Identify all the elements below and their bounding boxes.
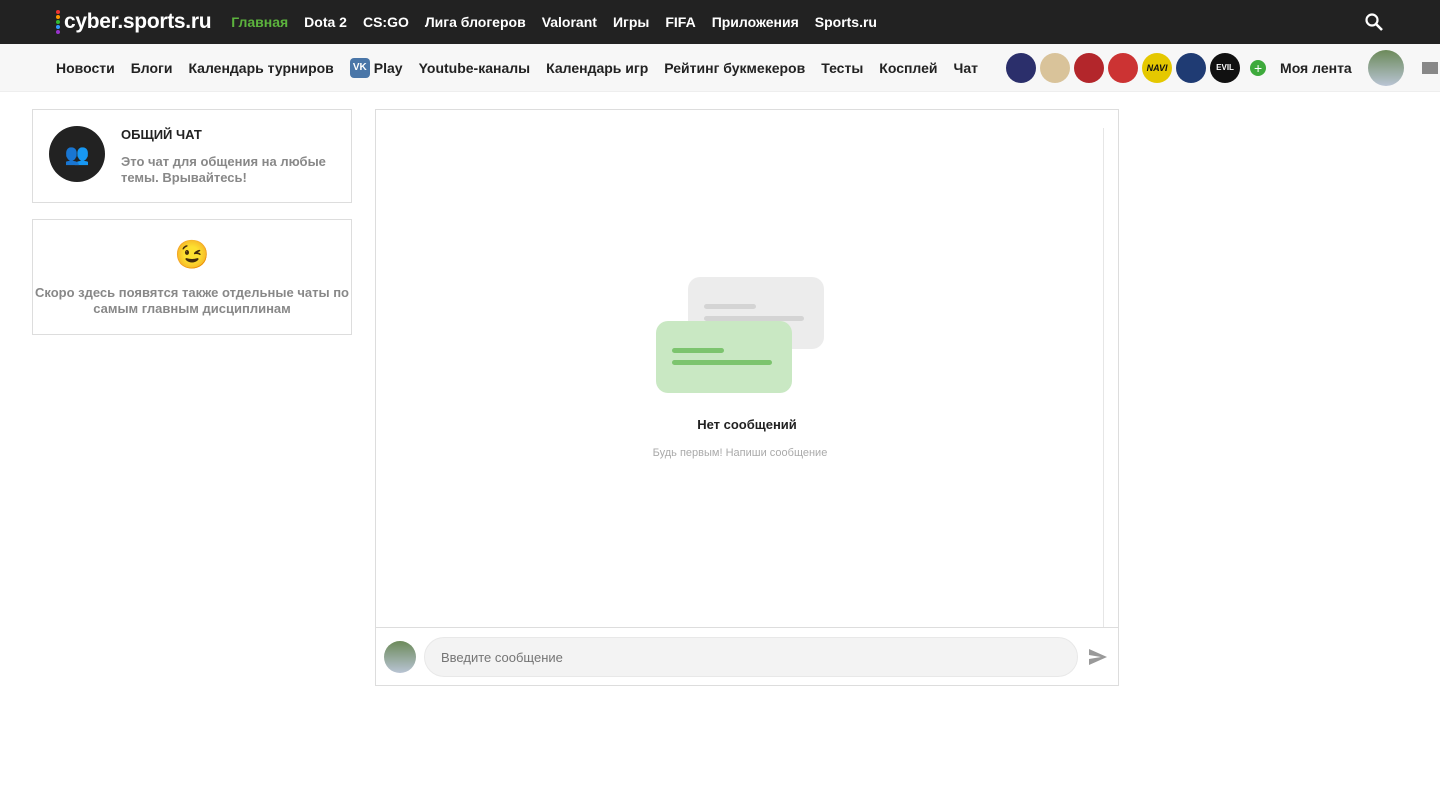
general-chat-card[interactable]: 👥 ОБЩИЙ ЧАТ Это чат для общения на любые… [32,109,352,203]
team-list: NAVI EVIL [1006,52,1244,83]
search-icon[interactable] [1364,12,1384,32]
user-avatar[interactable] [1367,49,1404,86]
group-icon: 👥 [49,126,105,182]
subnav-blogs[interactable]: Блоги [131,60,173,76]
nav-main[interactable]: Главная [231,14,288,30]
team-logo-astralis[interactable] [1006,52,1037,83]
team-logo-evil[interactable]: EVIL [1210,52,1241,83]
coming-soon-text: Скоро здесь появятся также отдельные чат… [35,285,349,316]
scrollbar[interactable] [1103,128,1104,628]
nav-sportsru[interactable]: Sports.ru [815,14,877,30]
subnav-news[interactable]: Новости [56,60,115,76]
team-logo-virtuspro[interactable] [1108,52,1139,83]
subnav-tests[interactable]: Тесты [821,60,863,76]
team-logo-lettering: EVIL [1216,63,1234,72]
nav-games[interactable]: Игры [613,14,649,30]
sub-nav: Новости Блоги Календарь турниров VK Play … [0,44,1440,92]
logo-text: cyber.sports.ru [64,10,212,33]
site-logo[interactable]: cyber.sports.ru [56,10,212,35]
nav-bloggers[interactable]: Лига блогеров [425,14,526,30]
team-logo-nip[interactable] [1040,52,1071,83]
vk-icon: VK [349,57,370,78]
subnav-games-calendar[interactable]: Календарь игр [546,60,648,76]
empty-title: Нет сообщений [697,417,797,432]
nav-apps[interactable]: Приложения [712,14,799,30]
composer [376,627,1118,685]
send-icon[interactable] [1088,647,1108,667]
subnav-chat[interactable]: Чат [954,60,978,76]
subnav-tournaments[interactable]: Календарь турниров [188,60,333,76]
subnav-vk-play[interactable]: VK Play [349,57,403,78]
subnav-cosplay[interactable]: Косплей [879,60,937,76]
my-feed-link[interactable]: Моя лента [1280,60,1352,76]
nav-fifa[interactable]: FIFA [665,14,695,30]
team-logo-navi[interactable]: NAVI [1142,52,1173,83]
chat-panel: Нет сообщений Будь первым! Напиши сообще… [375,109,1119,686]
team-logo-gambit[interactable] [1074,52,1105,83]
mail-icon[interactable] [1421,61,1438,74]
vk-play-label: Play [373,59,403,76]
top-bar: cyber.sports.ru Главная Dota 2 CS:GO Лиг… [0,0,1440,44]
team-logo-og[interactable] [1176,52,1207,83]
nav-dota2[interactable]: Dota 2 [304,14,347,30]
general-chat-title: ОБЩИЙ ЧАТ [121,127,202,142]
nav-csgo[interactable]: CS:GO [363,14,409,30]
subnav-bookmakers[interactable]: Рейтинг букмекеров [664,60,805,76]
empty-subtitle: Будь первым! Напиши сообщение [652,447,828,459]
message-input[interactable] [424,637,1078,677]
team-logo-lettering: NAVI [1146,62,1168,73]
logo-dots-icon [56,10,60,35]
subnav-youtube[interactable]: Youtube-каналы [419,60,531,76]
general-chat-desc: Это чат для общения на любые темы. Врыва… [121,154,326,185]
coming-soon-card: 😉 Скоро здесь появятся также отдельные ч… [32,219,352,335]
wink-emoji-icon: 😉 [174,239,210,270]
add-team-icon[interactable]: + [1250,59,1267,76]
composer-avatar [384,641,416,673]
empty-bubble-green-icon [656,321,792,393]
nav-valorant[interactable]: Valorant [542,14,597,30]
